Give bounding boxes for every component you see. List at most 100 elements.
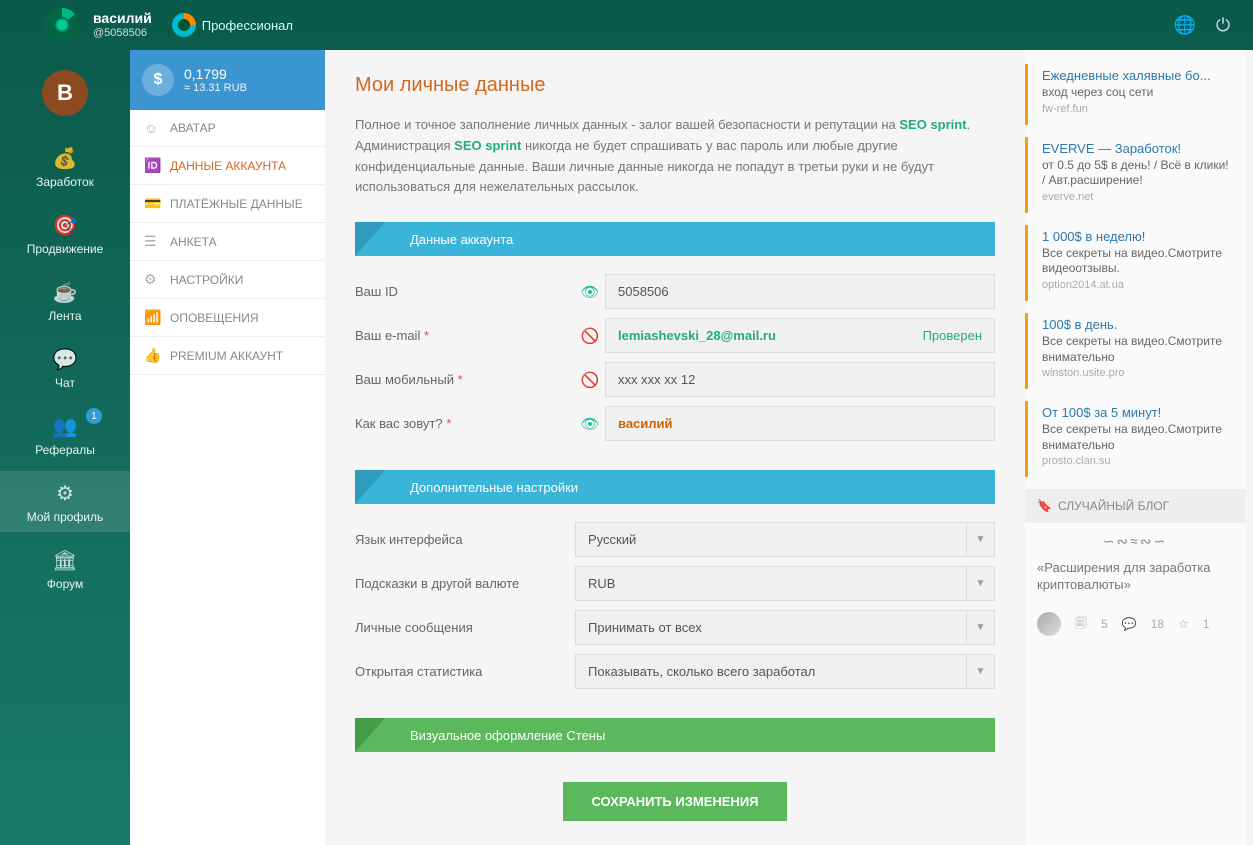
ad-block[interactable]: 1 000$ в неделю!Все секреты на видео.Смо… — [1025, 225, 1245, 301]
ad-block[interactable]: От 100$ за 5 минут!Все секреты на видео.… — [1025, 401, 1245, 477]
status-icon — [172, 13, 196, 37]
row-currency: Подсказки в другой валюте RUB▼ — [355, 562, 995, 606]
eye-icon[interactable]: 👁 — [575, 415, 605, 433]
ad-block[interactable]: 100$ в день.Все секреты на видео.Смотрит… — [1025, 313, 1245, 389]
row-lang: Язык интерфейса Русский▼ — [355, 518, 995, 562]
logo-icon — [45, 8, 79, 42]
nav-referrals[interactable]: 👥Рефералы1 — [0, 404, 130, 465]
status-pill: Профессионал — [172, 13, 293, 37]
blog-stats: 🗐5 💬18 ☆1 — [1025, 604, 1245, 644]
row-id: Ваш ID 👁 5058506 — [355, 270, 995, 314]
side-premium[interactable]: 👍PREMIUM АККАУНТ — [130, 337, 325, 375]
label-messages: Личные сообщения — [355, 620, 575, 635]
page-title: Мои личные данные — [355, 74, 995, 97]
referral-badge: 1 — [86, 408, 102, 424]
top-bar: василий @5058506 Профессионал 🌐 ⏻ — [0, 0, 1253, 50]
field-id[interactable]: 5058506 — [605, 274, 995, 309]
avatar[interactable]: В — [42, 70, 88, 116]
select-messages[interactable]: Принимать от всех▼ — [575, 610, 995, 645]
label-email: Ваш e-mail * — [355, 328, 575, 343]
users-icon: 👥 — [0, 414, 130, 439]
moneybag-icon: 💰 — [0, 146, 130, 171]
eye-off-icon[interactable]: 🚫 — [575, 327, 605, 345]
label-mobile: Ваш мобильный * — [355, 372, 575, 387]
eye-off-icon[interactable]: 🚫 — [575, 371, 605, 389]
list-icon: ☰ — [144, 233, 160, 250]
status-label: Профессионал — [202, 18, 293, 33]
forum-icon: 🏛 — [0, 548, 130, 573]
label-id: Ваш ID — [355, 284, 575, 299]
side-settings[interactable]: ⚙НАСТРОЙКИ — [130, 261, 325, 299]
dollar-icon: $ — [142, 64, 174, 96]
divider-icon: ∽∾≈∾∽ — [1025, 523, 1245, 560]
select-lang[interactable]: Русский▼ — [575, 522, 995, 557]
target-icon: 🎯 — [0, 213, 130, 238]
intro-text: Полное и точное заполнение личных данных… — [355, 115, 995, 198]
wifi-icon: 📶 — [144, 309, 160, 326]
label-stats: Открытая статистика — [355, 664, 575, 679]
blog-text[interactable]: «Расширения для заработка криптовалюты» — [1025, 560, 1245, 604]
card-icon: 💳 — [144, 195, 160, 212]
ad-block[interactable]: EVERVE — Заработок!от 0.5 до 5$ в день! … — [1025, 137, 1245, 213]
side-payment-data[interactable]: 💳ПЛАТЁЖНЫЕ ДАННЫЕ — [130, 185, 325, 223]
label-name: Как вас зовут? * — [355, 416, 575, 431]
side-avatar[interactable]: ☺АВАТАР — [130, 110, 325, 147]
balance-sub: ≈ 13.31 RUB — [184, 82, 247, 94]
top-user-block: василий @5058506 — [93, 10, 152, 40]
ad-block[interactable]: Ежедневные халявные бо...вход через соц … — [1025, 64, 1245, 125]
top-userid: @5058506 — [93, 27, 152, 40]
right-column: Ежедневные халявные бо...вход через соц … — [1025, 50, 1245, 845]
power-icon[interactable]: ⏻ — [1213, 15, 1233, 35]
person-icon: ☺ — [144, 120, 160, 136]
stat-comments-icon: 💬 — [1122, 617, 1137, 631]
main-panel: Мои личные данные Полное и точное заполн… — [325, 50, 1025, 845]
balance-box[interactable]: $ 0,1799 ≈ 13.31 RUB — [130, 50, 325, 110]
nav-forum[interactable]: 🏛Форум — [0, 538, 130, 599]
nav-profile[interactable]: ⚙Мой профиль — [0, 471, 130, 532]
row-email: Ваш e-mail * 🚫 lemiashevski_28@mail.ruПр… — [355, 314, 995, 358]
chevron-down-icon: ▼ — [966, 523, 994, 556]
left-nav: В 💰Заработок 🎯Продвижение ☕Лента 💬Чат 👥Р… — [0, 50, 130, 845]
select-stats[interactable]: Показывать, сколько всего заработал▼ — [575, 654, 995, 689]
chat-icon: 💬 — [0, 347, 130, 372]
settings-icon: ⚙ — [144, 271, 160, 288]
top-username: василий — [93, 10, 152, 27]
section-settings-header: Дополнительные настройки — [355, 470, 995, 504]
label-lang: Язык интерфейса — [355, 532, 575, 547]
gear-icon: ⚙ — [0, 481, 130, 506]
chevron-down-icon: ▼ — [966, 567, 994, 600]
row-name: Как вас зовут? * 👁 василий — [355, 402, 995, 446]
stat-files-icon: 🗐 — [1075, 614, 1087, 635]
blog-avatar-icon[interactable] — [1037, 612, 1061, 636]
email-status: Проверен — [923, 328, 982, 343]
section-account-header: Данные аккаунта — [355, 222, 995, 256]
nav-feed[interactable]: ☕Лента — [0, 270, 130, 331]
field-name[interactable]: василий — [605, 406, 995, 441]
bookmark-icon: 🔖 — [1037, 499, 1052, 513]
cup-icon: ☕ — [0, 280, 130, 305]
nav-promo[interactable]: 🎯Продвижение — [0, 203, 130, 264]
id-icon: 🆔 — [144, 157, 160, 174]
row-messages: Личные сообщения Принимать от всех▼ — [355, 606, 995, 650]
field-email[interactable]: lemiashevski_28@mail.ruПроверен — [605, 318, 995, 353]
section-wall-header[interactable]: Визуальное оформление Стены — [355, 718, 995, 752]
globe-icon[interactable]: 🌐 — [1175, 15, 1195, 35]
chevron-down-icon: ▼ — [966, 611, 994, 644]
balance-main: 0,1799 — [184, 66, 247, 82]
row-mobile: Ваш мобильный * 🚫 xxx xxx xx 12 — [355, 358, 995, 402]
stat-star-icon: ☆ — [1178, 617, 1189, 631]
row-stats: Открытая статистика Показывать, сколько … — [355, 650, 995, 694]
side-account-data[interactable]: 🆔ДАННЫЕ АККАУНТА — [130, 147, 325, 185]
label-currency: Подсказки в другой валюте — [355, 576, 575, 591]
nav-earn[interactable]: 💰Заработок — [0, 136, 130, 197]
eye-icon[interactable]: 👁 — [575, 283, 605, 301]
select-currency[interactable]: RUB▼ — [575, 566, 995, 601]
side-menu: $ 0,1799 ≈ 13.31 RUB ☺АВАТАР 🆔ДАННЫЕ АКК… — [130, 50, 325, 845]
nav-chat[interactable]: 💬Чат — [0, 337, 130, 398]
chevron-down-icon: ▼ — [966, 655, 994, 688]
field-mobile[interactable]: xxx xxx xx 12 — [605, 362, 995, 397]
side-anketa[interactable]: ☰АНКЕТА — [130, 223, 325, 261]
blog-header: 🔖СЛУЧАЙНЫЙ БЛОГ — [1025, 489, 1245, 523]
side-notifications[interactable]: 📶ОПОВЕЩЕНИЯ — [130, 299, 325, 337]
save-button[interactable]: СОХРАНИТЬ ИЗМЕНЕНИЯ — [563, 782, 786, 821]
